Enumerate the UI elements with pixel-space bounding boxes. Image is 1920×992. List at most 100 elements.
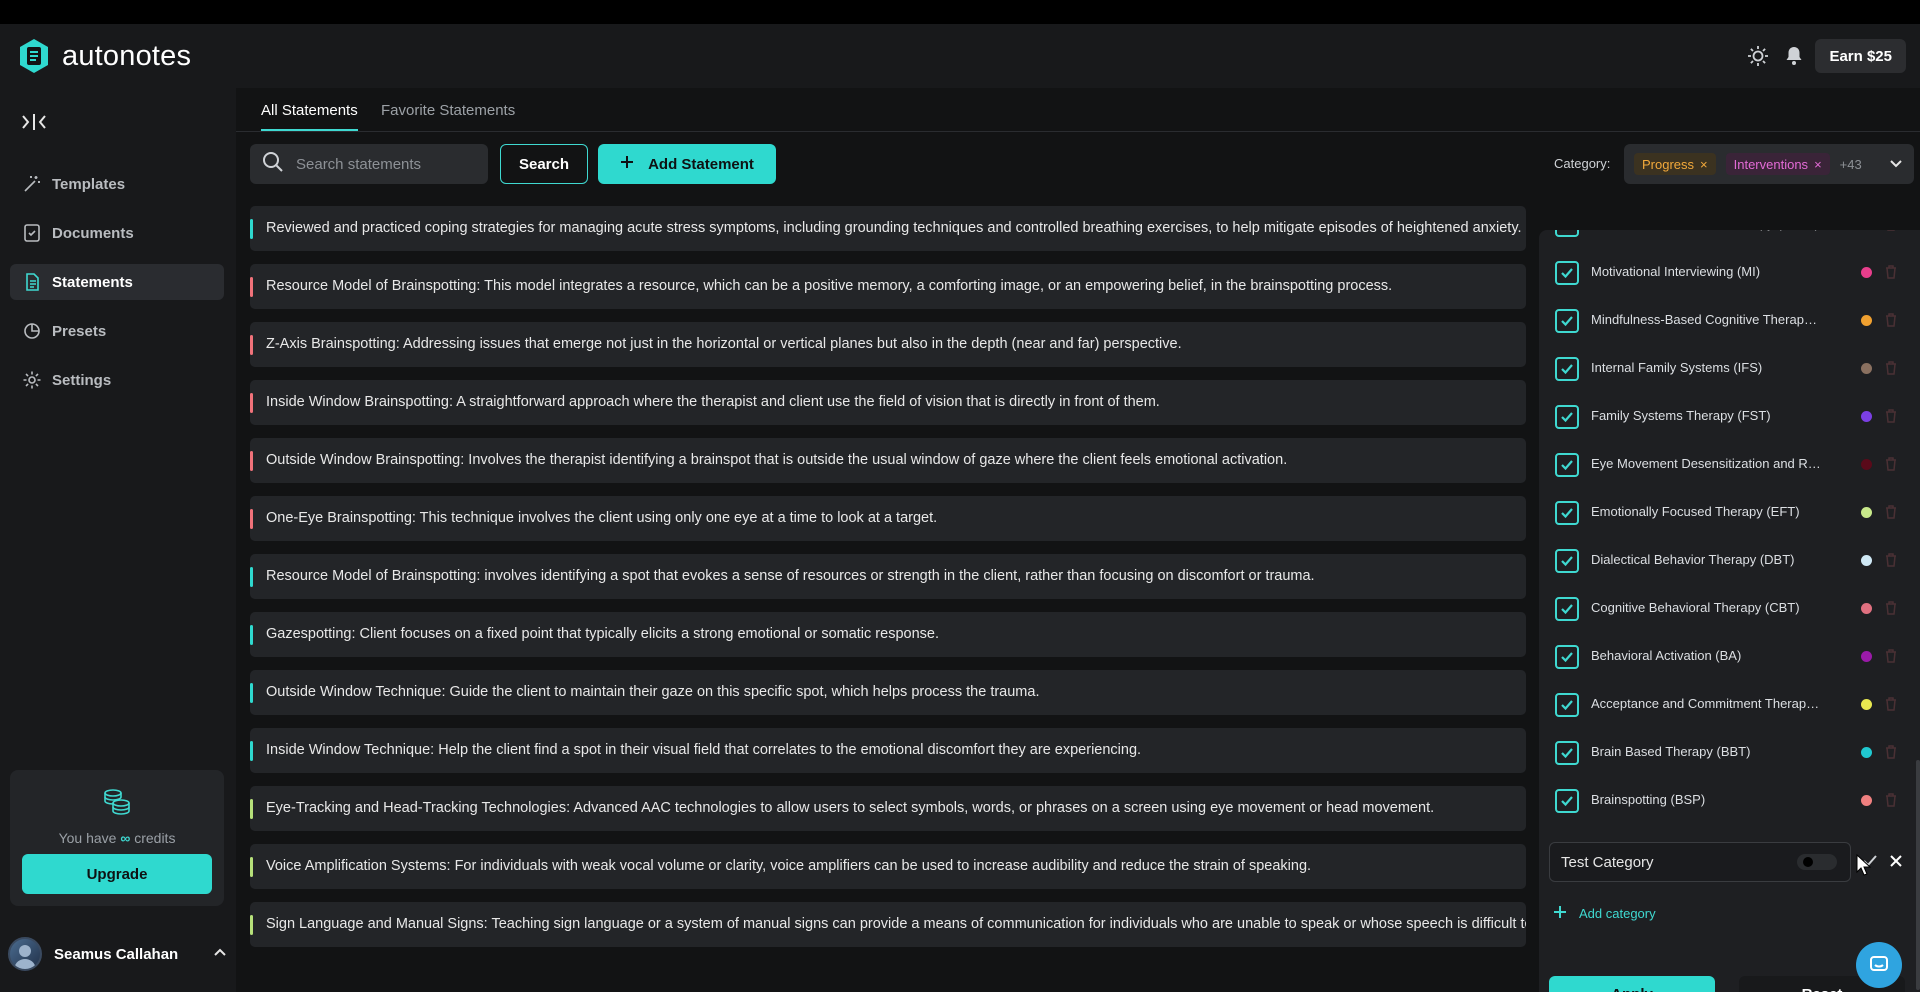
trash-icon[interactable] bbox=[1885, 361, 1897, 380]
category-option[interactable]: Acceptance and Commitment Therapy (ACT) bbox=[1539, 684, 1920, 724]
add-category-label: Add category bbox=[1579, 906, 1656, 921]
statement-row[interactable]: Inside Window Brainspotting: A straightf… bbox=[250, 380, 1526, 425]
category-option[interactable]: Family Systems Therapy (FST) bbox=[1539, 396, 1920, 436]
category-option[interactable]: Brain Based Therapy (BBT) bbox=[1539, 732, 1920, 772]
category-checkbox[interactable] bbox=[1555, 597, 1579, 621]
trash-icon[interactable] bbox=[1885, 313, 1897, 332]
category-checkbox[interactable] bbox=[1555, 501, 1579, 525]
apply-button[interactable]: Apply bbox=[1549, 976, 1715, 992]
chat-support-button[interactable] bbox=[1856, 942, 1902, 988]
sidebar-item-statements[interactable]: Statements bbox=[10, 264, 224, 300]
category-name: Brain Based Therapy (BBT) bbox=[1591, 744, 1751, 759]
category-option[interactable]: Mindfulness-Based Cognitive Therapy (MBC… bbox=[1539, 300, 1920, 340]
category-checkbox[interactable] bbox=[1555, 549, 1579, 573]
statement-text: Reviewed and practiced coping strategies… bbox=[266, 220, 1522, 236]
tab-bar: All Statements Favorite Statements bbox=[236, 88, 1920, 132]
add-category-button[interactable]: Add category bbox=[1553, 905, 1656, 922]
chevron-down-icon[interactable] bbox=[1888, 156, 1904, 177]
logo[interactable]: autonotes bbox=[16, 38, 191, 74]
statement-row[interactable]: Voice Amplification Systems: For individ… bbox=[250, 844, 1526, 889]
sidebar-item-documents[interactable]: Documents bbox=[10, 215, 224, 251]
search-input[interactable] bbox=[296, 155, 466, 173]
statement-row[interactable]: Outside Window Technique: Guide the clie… bbox=[250, 670, 1526, 715]
trash-icon[interactable] bbox=[1885, 793, 1897, 812]
statement-row[interactable]: Resource Model of Brainspotting: involve… bbox=[250, 554, 1526, 599]
category-checkbox[interactable] bbox=[1555, 230, 1579, 237]
trash-icon[interactable] bbox=[1885, 601, 1897, 620]
earn-button[interactable]: Earn $25 bbox=[1815, 39, 1906, 73]
collapse-sidebar-icon[interactable] bbox=[20, 110, 48, 134]
category-option[interactable]: Solution-Focused Brief Therapy (SFBT) bbox=[1539, 230, 1920, 244]
theme-toggle-icon[interactable] bbox=[1746, 44, 1770, 68]
category-option[interactable]: Emotionally Focused Therapy (EFT) bbox=[1539, 492, 1920, 532]
sidebar-item-label: Settings bbox=[52, 371, 112, 389]
chip-remove-icon[interactable]: × bbox=[1814, 157, 1822, 172]
tab-favorite-statements[interactable]: Favorite Statements bbox=[381, 102, 515, 119]
statement-row[interactable]: Eye-Tracking and Head-Tracking Technolog… bbox=[250, 786, 1526, 831]
chip-remove-icon[interactable]: × bbox=[1700, 157, 1708, 172]
trash-icon[interactable] bbox=[1885, 697, 1897, 716]
bell-icon[interactable] bbox=[1782, 44, 1806, 68]
statement-text: Sign Language and Manual Signs: Teaching… bbox=[266, 916, 1526, 932]
category-checkbox[interactable] bbox=[1555, 645, 1579, 669]
category-checkbox[interactable] bbox=[1555, 261, 1579, 285]
category-option[interactable]: Brainspotting (BSP) bbox=[1539, 780, 1920, 820]
sidebar-item-presets[interactable]: Presets bbox=[10, 313, 224, 349]
trash-icon[interactable] bbox=[1885, 505, 1897, 524]
category-checkbox[interactable] bbox=[1555, 405, 1579, 429]
category-option[interactable]: Behavioral Activation (BA) bbox=[1539, 636, 1920, 676]
category-color-dot bbox=[1861, 459, 1872, 470]
sidebar-item-templates[interactable]: Templates bbox=[10, 166, 224, 202]
statement-row[interactable]: Z-Axis Brainspotting: Addressing issues … bbox=[250, 322, 1526, 367]
trash-icon[interactable] bbox=[1885, 230, 1897, 236]
trash-icon[interactable] bbox=[1885, 649, 1897, 668]
statement-row[interactable]: Reviewed and practiced coping strategies… bbox=[250, 206, 1526, 251]
trash-icon[interactable] bbox=[1885, 457, 1897, 476]
trash-icon[interactable] bbox=[1885, 409, 1897, 428]
category-option[interactable]: Eye Movement Desensitization and Reproce… bbox=[1539, 444, 1920, 484]
category-color-dot bbox=[1861, 363, 1872, 374]
chevron-up-icon[interactable] bbox=[212, 944, 228, 965]
wand-icon bbox=[22, 174, 42, 194]
category-checkbox[interactable] bbox=[1555, 357, 1579, 381]
sidebar-item-settings[interactable]: Settings bbox=[10, 362, 224, 398]
header: autonotes Earn $25 bbox=[0, 24, 1920, 88]
category-checkbox[interactable] bbox=[1555, 309, 1579, 333]
category-checkbox[interactable] bbox=[1555, 741, 1579, 765]
category-option[interactable]: Internal Family Systems (IFS) bbox=[1539, 348, 1920, 388]
add-statement-button[interactable]: Add Statement bbox=[598, 144, 776, 184]
statement-row[interactable]: Gazespotting: Client focuses on a fixed … bbox=[250, 612, 1526, 657]
category-option[interactable]: Cognitive Behavioral Therapy (CBT) bbox=[1539, 588, 1920, 628]
scrollbar[interactable] bbox=[1916, 760, 1920, 990]
search-button[interactable]: Search bbox=[500, 144, 588, 184]
tab-all-statements[interactable]: All Statements bbox=[261, 102, 358, 131]
search-box[interactable] bbox=[250, 144, 488, 184]
category-color-dot bbox=[1861, 747, 1872, 758]
upgrade-button[interactable]: Upgrade bbox=[22, 854, 212, 894]
statements-icon bbox=[22, 272, 42, 292]
statement-row[interactable]: Outside Window Brainspotting: Involves t… bbox=[250, 438, 1526, 483]
color-picker[interactable] bbox=[1797, 854, 1837, 870]
user-menu[interactable]: Seamus Callahan bbox=[8, 934, 228, 974]
category-color-bar bbox=[250, 741, 253, 761]
trash-icon[interactable] bbox=[1885, 553, 1897, 572]
category-select[interactable]: Progress × Interventions × +43 bbox=[1624, 144, 1914, 184]
statement-row[interactable]: Inside Window Technique: Help the client… bbox=[250, 728, 1526, 773]
statement-text: Inside Window Technique: Help the client… bbox=[266, 742, 1142, 758]
statement-text: Voice Amplification Systems: For individ… bbox=[266, 858, 1312, 874]
statement-text: Gazespotting: Client focuses on a fixed … bbox=[266, 626, 939, 642]
trash-icon[interactable] bbox=[1885, 265, 1897, 284]
category-checkbox[interactable] bbox=[1555, 453, 1579, 477]
category-color-bar bbox=[250, 451, 253, 471]
category-option[interactable]: Dialectical Behavior Therapy (DBT) bbox=[1539, 540, 1920, 580]
statement-row[interactable]: Resource Model of Brainspotting: This mo… bbox=[250, 264, 1526, 309]
statement-row[interactable]: Sign Language and Manual Signs: Teaching… bbox=[250, 902, 1526, 947]
trash-icon[interactable] bbox=[1885, 745, 1897, 764]
statement-text: One-Eye Brainspotting: This technique in… bbox=[266, 510, 938, 526]
statement-row[interactable]: One-Eye Brainspotting: This technique in… bbox=[250, 496, 1526, 541]
category-option[interactable]: Motivational Interviewing (MI) bbox=[1539, 252, 1920, 292]
close-icon[interactable] bbox=[1887, 852, 1905, 875]
category-checkbox[interactable] bbox=[1555, 693, 1579, 717]
statement-text: Resource Model of Brainspotting: This mo… bbox=[266, 278, 1393, 294]
category-checkbox[interactable] bbox=[1555, 789, 1579, 813]
